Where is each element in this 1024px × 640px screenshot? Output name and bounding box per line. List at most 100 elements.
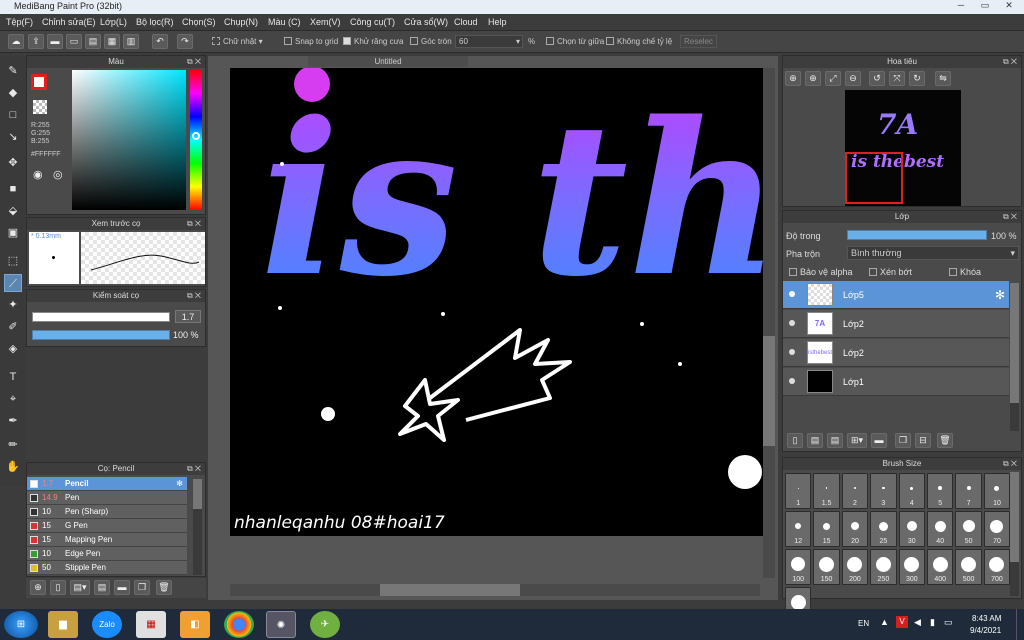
vertical-scrollbar[interactable] — [763, 68, 775, 578]
antialias-checkbox[interactable]: Khử răng cưa — [343, 37, 403, 46]
brush-item-pencil[interactable]: 1.7 Pencil ✻ — [27, 477, 187, 491]
menu-file[interactable]: Tệp(F) — [6, 17, 33, 27]
from-center-checkbox[interactable]: Chọn từ giữa — [546, 37, 604, 46]
merge-layer-icon[interactable]: ⊟ — [915, 433, 931, 448]
brush-size-cell[interactable]: 300 — [898, 549, 925, 585]
brush-size-cell[interactable]: 30 — [898, 511, 925, 547]
document-tab[interactable]: Untitled — [308, 56, 468, 67]
hue-handle[interactable] — [192, 132, 200, 140]
navigator-thumbnail[interactable]: 7A is thebest — [845, 90, 961, 206]
layer-folder-icon[interactable]: ▬ — [871, 433, 887, 448]
brush-opacity-slider[interactable] — [32, 330, 170, 340]
brush-size-cell[interactable]: 70 — [983, 511, 1011, 547]
layer-scrollbar[interactable] — [1010, 283, 1019, 431]
transparent-swatch[interactable] — [33, 100, 47, 114]
antivirus-icon[interactable]: V — [896, 616, 908, 628]
fit-icon[interactable]: ⤢ — [825, 71, 841, 86]
maximize-button[interactable]: ▭ — [974, 0, 996, 13]
layer-row-lop1[interactable]: Lớp1 — [783, 368, 1009, 396]
new-8bit-layer-icon[interactable]: ▤ — [827, 433, 843, 448]
drawing-canvas[interactable]: is th nhanleqanhu 08#hoai17 — [230, 68, 764, 536]
lock-checkbox[interactable]: Khóa — [949, 267, 981, 277]
trash-icon[interactable]: 🗑 — [156, 580, 172, 595]
brush-size-value[interactable]: 1.7 — [175, 310, 201, 323]
show-desktop-button[interactable] — [1016, 609, 1024, 640]
new-layer-icon[interactable]: ▯ — [787, 433, 803, 448]
zoom-out-icon[interactable]: ⊖ — [845, 71, 861, 86]
brush-item-mapping-pen[interactable]: 15 Mapping Pen — [27, 533, 187, 547]
select-eraser-icon[interactable]: ◈ — [4, 340, 22, 358]
fixed-ratio-checkbox[interactable]: Không chế tỷ lệ — [606, 37, 672, 46]
menu-view[interactable]: Xem(V) — [310, 17, 341, 27]
brush-size-cell[interactable]: 40 — [927, 511, 954, 547]
brush-size-cell[interactable]: 4 — [898, 473, 925, 509]
menu-select[interactable]: Chọn(S) — [182, 17, 216, 27]
hand-tool-icon[interactable]: ✋ — [4, 458, 22, 476]
brush-size-cell[interactable]: 10 — [983, 473, 1011, 509]
chrome-icon[interactable] — [224, 611, 254, 638]
duplicate-layer-icon[interactable]: ❐ — [895, 433, 911, 448]
brush-size-cell[interactable]: 700 — [983, 549, 1011, 585]
tray-arrow-icon[interactable]: ▲ — [880, 617, 889, 627]
flip-icon[interactable]: ⇋ — [935, 71, 951, 86]
brush-size-cell[interactable]: 25 — [870, 511, 897, 547]
rotate-left-icon[interactable]: ↺ — [869, 71, 885, 86]
layer-opacity-slider[interactable] — [847, 230, 987, 240]
brush-size-cell[interactable]: 5 — [927, 473, 954, 509]
brush-item-pen[interactable]: 14.9 Pen — [27, 491, 187, 505]
dot-tool-icon[interactable]: ↘ — [4, 128, 22, 146]
menu-tools[interactable]: Công cụ(T) — [350, 17, 395, 27]
brush-size-cell[interactable]: 1.5 — [813, 473, 840, 509]
brush-size-cell[interactable]: 400 — [927, 549, 954, 585]
brush-size-cell[interactable]: 250 — [870, 549, 897, 585]
blend-mode-select[interactable]: Bình thường ▾ — [847, 246, 1019, 260]
menu-capture[interactable]: Chụp(N) — [224, 17, 258, 27]
reselect-button[interactable]: Reselec — [680, 35, 717, 48]
text-tool-icon[interactable]: T — [4, 368, 22, 386]
brush-item-g-pen[interactable]: 15 G Pen — [27, 519, 187, 533]
calendar-app-icon[interactable]: ▦ — [136, 611, 166, 638]
network-icon[interactable]: ▮ — [930, 617, 935, 628]
undo-button[interactable]: ↶ — [152, 34, 168, 49]
rounded-corner-checkbox[interactable]: Góc tròn — [410, 37, 452, 46]
add-brush-icon[interactable]: ⊕ — [30, 580, 46, 595]
clipping-checkbox[interactable]: Xén bớt — [869, 267, 912, 277]
language-indicator[interactable]: EN — [858, 619, 869, 628]
folder-icon[interactable]: ▬ — [114, 580, 130, 595]
zoom-in-icon[interactable]: ⊕ — [785, 71, 801, 86]
copy-brush-icon[interactable]: ▤ — [94, 580, 110, 595]
menu-cloud[interactable]: Cloud — [454, 17, 478, 27]
cloud-icon[interactable]: ☁ — [8, 34, 24, 49]
gradient-tool-icon[interactable]: ▣ — [4, 224, 22, 242]
select-pen-icon[interactable]: ✐ — [4, 318, 22, 336]
divide-tool-icon[interactable]: ⌖ — [4, 390, 22, 408]
rotate-right-icon[interactable]: ↻ — [909, 71, 925, 86]
volume-icon[interactable]: ◀ — [914, 617, 921, 628]
medibang-taskbar-icon[interactable]: ✺ — [266, 611, 296, 638]
menu-help[interactable]: Help — [488, 17, 507, 27]
clock-date[interactable]: 9/4/2021 — [970, 626, 1001, 635]
palette-icon[interactable]: ◉ — [33, 168, 43, 181]
file-explorer-icon[interactable]: ▆ — [48, 611, 78, 638]
brush-size-cell[interactable]: 3 — [870, 473, 897, 509]
brush-size-cell[interactable]: 2 — [841, 473, 869, 509]
protect-alpha-checkbox[interactable]: Bảo vệ alpha — [789, 267, 853, 277]
brush-item-edge-pen[interactable]: 10 Edge Pen — [27, 547, 187, 561]
brush-size-cell[interactable]: 200 — [841, 549, 869, 585]
clock-time[interactable]: 8:43 AM — [972, 614, 1001, 623]
brush-size-cell[interactable]: 12 — [785, 511, 812, 547]
zoom-in-2-icon[interactable]: ⊕ — [805, 71, 821, 86]
hue-slider[interactable] — [190, 70, 202, 210]
document-icon[interactable]: ▤ — [85, 34, 101, 49]
brush-item-stipple-pen[interactable]: 50 Stipple Pen — [27, 561, 187, 575]
comment-icon[interactable]: ▬ — [47, 34, 63, 49]
shape-tool-icon[interactable]: □ — [4, 106, 22, 124]
primary-color-swatch[interactable] — [31, 74, 47, 90]
redo-button[interactable]: ↷ — [177, 34, 193, 49]
start-button[interactable]: ⊞ — [4, 611, 38, 638]
layer-row-lop5[interactable]: Lớp5 ✻ — [783, 281, 1009, 309]
menu-color[interactable]: Màu (C) — [268, 17, 301, 27]
layer-row-lop2-b[interactable]: isthebest Lớp2 — [783, 339, 1009, 367]
menu-window[interactable]: Cửa sổ(W) — [404, 17, 448, 27]
menu-layer[interactable]: Lớp(L) — [100, 17, 127, 27]
